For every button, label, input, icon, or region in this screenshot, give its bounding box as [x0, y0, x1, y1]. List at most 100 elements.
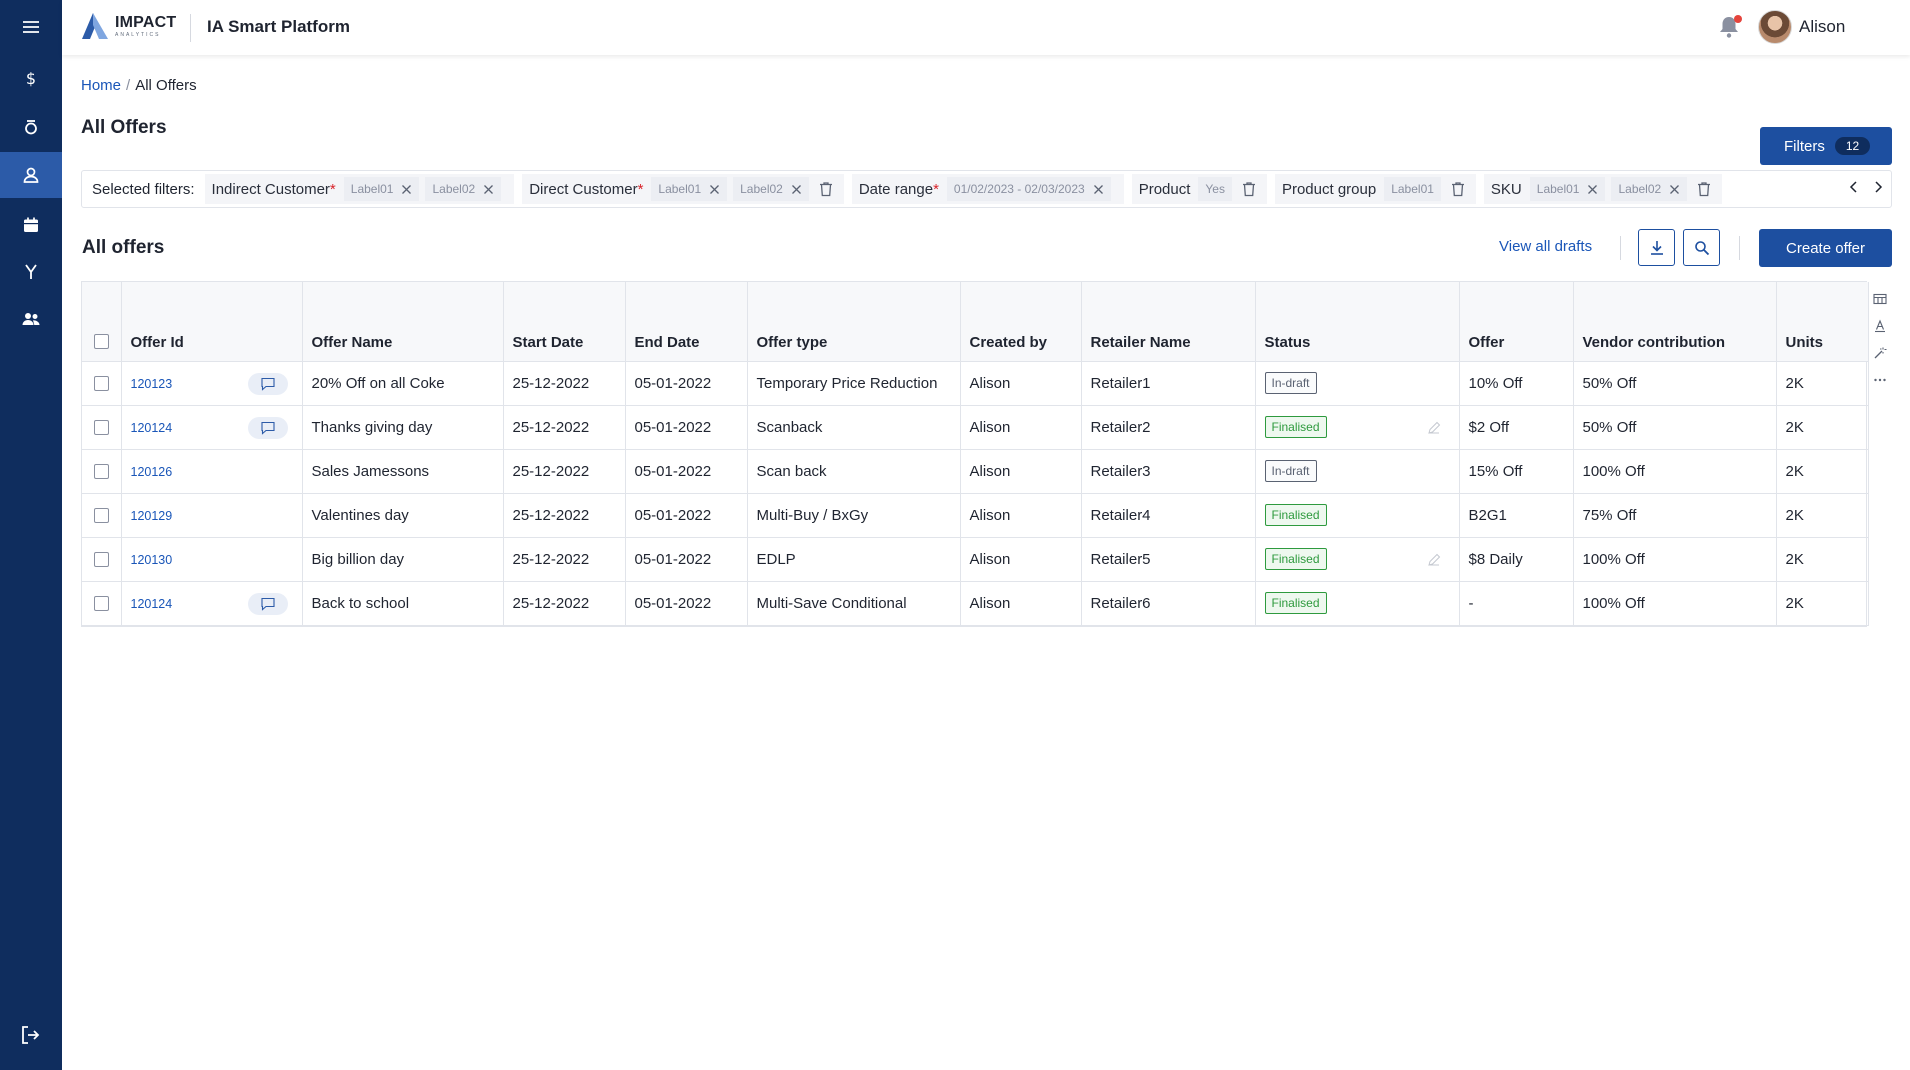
- nav-team[interactable]: [0, 296, 62, 342]
- start-date-cell: 25-12-2022: [503, 405, 626, 450]
- filters-button-label: Filters: [1784, 137, 1825, 155]
- column-header[interactable]: Units: [1776, 282, 1869, 362]
- row-checkbox[interactable]: [93, 464, 109, 480]
- table-row[interactable]: 120123 20% Off on all Coke 25-12-2022 05-01…: [82, 361, 1869, 406]
- status-cell: Finalised: [1255, 493, 1460, 538]
- table-row[interactable]: 120129 Valentines day 25-12-2022 05-01-2022…: [82, 493, 1869, 538]
- status-badge: Finalised: [1264, 416, 1327, 438]
- table-row[interactable]: 120126 Sales Jamessons 25-12-2022 05-01-202…: [82, 449, 1869, 494]
- filter-chip: Yes: [1198, 177, 1232, 201]
- offer-type-cell: EDLP: [747, 537, 961, 582]
- calendar-icon: [24, 217, 38, 232]
- column-header[interactable]: Offer type: [747, 282, 961, 362]
- offer-id-link[interactable]: 120124: [131, 597, 173, 611]
- nav-pricing[interactable]: $: [0, 55, 62, 101]
- row-checkbox[interactable]: [93, 420, 109, 436]
- user-name[interactable]: Alison: [1799, 17, 1845, 37]
- column-header[interactable]: Created by: [960, 282, 1082, 362]
- offer-id-link[interactable]: 120124: [131, 421, 173, 435]
- trash-icon[interactable]: [1697, 181, 1711, 197]
- created-by-cell: Alison: [960, 493, 1082, 538]
- end-date-cell: 05-01-2022: [625, 581, 748, 626]
- create-offer-button[interactable]: Create offer: [1759, 229, 1892, 267]
- offer-name-cell: Big billion day: [302, 537, 504, 582]
- nav-timer[interactable]: [0, 104, 62, 150]
- offer-id-link[interactable]: 120130: [131, 553, 173, 567]
- logout-icon[interactable]: [19, 1024, 41, 1046]
- filter-group-product-group: Product group Label01: [1274, 174, 1476, 204]
- left-nav-rail: $: [0, 0, 62, 1070]
- column-header[interactable]: Retailer Name: [1081, 282, 1256, 362]
- filters-count-badge: 12: [1834, 137, 1871, 155]
- offer-id-link[interactable]: 120123: [131, 377, 173, 391]
- vendor-contribution-cell: 50% Off: [1573, 405, 1777, 450]
- row-checkbox[interactable]: [93, 508, 109, 524]
- nav-workflow[interactable]: [0, 249, 62, 295]
- columns-icon[interactable]: [1873, 292, 1887, 306]
- column-header[interactable]: Status: [1255, 282, 1460, 362]
- view-all-drafts-link[interactable]: View all drafts: [1499, 238, 1592, 255]
- impact-logo[interactable]: IMPACT ANALYTICS: [80, 10, 176, 42]
- offer-id-link[interactable]: 120129: [131, 509, 173, 523]
- row-checkbox[interactable]: [93, 596, 109, 612]
- nav-calendar[interactable]: [0, 202, 62, 248]
- more-options-icon[interactable]: [1873, 373, 1887, 387]
- comment-button[interactable]: [247, 592, 288, 615]
- trash-icon[interactable]: [1451, 181, 1465, 197]
- close-icon[interactable]: [1587, 184, 1598, 195]
- breadcrumb-home[interactable]: Home: [81, 77, 121, 94]
- retailer-name-cell: Retailer5: [1081, 537, 1256, 582]
- retailer-name-cell: Retailer3: [1081, 449, 1256, 494]
- offer-id-link[interactable]: 120126: [131, 465, 173, 479]
- close-icon[interactable]: [709, 184, 720, 195]
- offer-name-cell: Back to school: [302, 581, 504, 626]
- text-format-icon[interactable]: [1873, 319, 1887, 333]
- chevron-left-icon[interactable]: [1847, 180, 1861, 194]
- created-by-cell: Alison: [960, 361, 1082, 406]
- comment-button[interactable]: [247, 416, 288, 439]
- notification-dot: [1734, 15, 1742, 23]
- end-date-cell: 05-01-2022: [625, 493, 748, 538]
- column-header[interactable]: End Date: [625, 282, 748, 362]
- column-header[interactable]: Vendor contribution: [1573, 282, 1777, 362]
- row-checkbox[interactable]: [93, 552, 109, 568]
- row-select-cell: [82, 537, 122, 582]
- filter-group-product: Product Yes: [1131, 174, 1267, 204]
- edit-pencil-icon[interactable]: [1427, 553, 1441, 567]
- offer-cell: B2G1: [1459, 493, 1574, 538]
- start-date-cell: 25-12-2022: [503, 581, 626, 626]
- close-icon[interactable]: [483, 184, 494, 195]
- trash-icon[interactable]: [1242, 181, 1256, 197]
- table-row[interactable]: 120124 Thanks giving day 25-12-2022 05-01-2…: [82, 405, 1869, 450]
- offer-id-cell: 120129: [121, 493, 303, 538]
- created-by-cell: Alison: [960, 537, 1082, 582]
- download-button[interactable]: [1638, 229, 1675, 266]
- chevron-right-icon[interactable]: [1871, 180, 1885, 194]
- retailer-name-cell: Retailer4: [1081, 493, 1256, 538]
- column-header[interactable]: Offer Id: [121, 282, 303, 362]
- filters-button[interactable]: Filters 12: [1760, 127, 1892, 165]
- column-header[interactable]: Start Date: [503, 282, 626, 362]
- close-icon[interactable]: [1669, 184, 1680, 195]
- close-icon[interactable]: [791, 184, 802, 195]
- close-icon[interactable]: [1093, 184, 1104, 195]
- magic-wand-icon[interactable]: [1873, 346, 1887, 360]
- select-all-checkbox[interactable]: [93, 334, 109, 350]
- close-icon[interactable]: [401, 184, 412, 195]
- avatar[interactable]: [1758, 10, 1792, 44]
- column-header[interactable]: Offer: [1459, 282, 1574, 362]
- table-row[interactable]: 120124 Back to school 25-12-2022 05-01-2022…: [82, 581, 1869, 626]
- column-header[interactable]: Offer Name: [302, 282, 504, 362]
- search-button[interactable]: [1683, 229, 1720, 266]
- offer-name-cell: Thanks giving day: [302, 405, 504, 450]
- menu-button[interactable]: [0, 4, 62, 50]
- row-checkbox[interactable]: [93, 376, 109, 392]
- trash-icon[interactable]: [819, 181, 833, 197]
- edit-pencil-icon[interactable]: [1427, 421, 1441, 435]
- status-cell: In-draft: [1255, 361, 1460, 406]
- comment-button[interactable]: [247, 372, 288, 395]
- offer-name-cell: Valentines day: [302, 493, 504, 538]
- units-cell: 2K: [1776, 361, 1869, 406]
- table-row[interactable]: 120130 Big billion day 25-12-2022 05-01-202…: [82, 537, 1869, 582]
- nav-offers[interactable]: [0, 152, 62, 198]
